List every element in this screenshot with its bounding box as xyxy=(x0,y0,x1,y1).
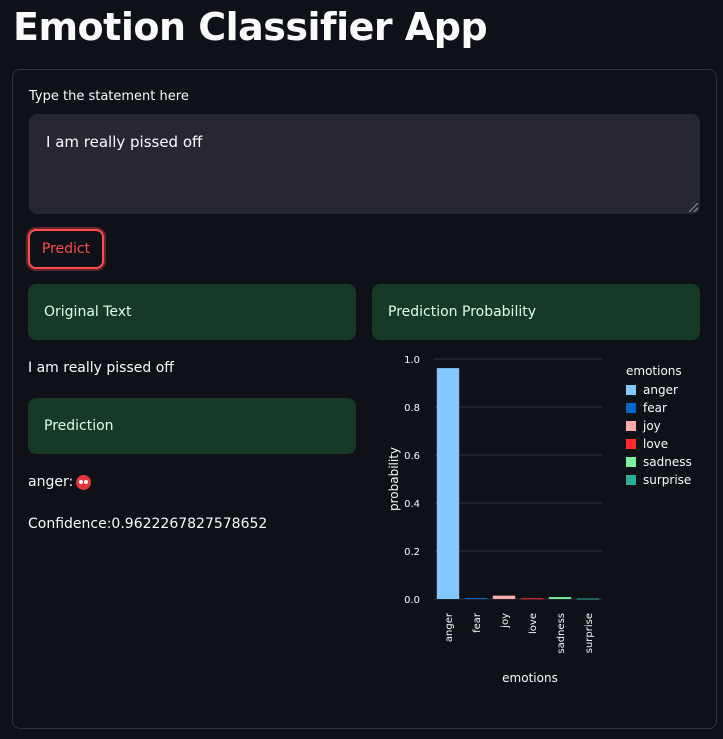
legend-swatch xyxy=(626,385,636,395)
legend-label: love xyxy=(643,437,669,451)
legend-item-love[interactable]: love xyxy=(626,435,692,453)
original-text-value: I am really pissed off xyxy=(28,360,174,376)
legend-item-fear[interactable]: fear xyxy=(626,399,692,417)
y-tick-label: 1.0 xyxy=(404,355,420,366)
legend-label: joy xyxy=(643,419,661,433)
prediction-probability-header: Prediction Probability xyxy=(372,284,700,340)
bar-love xyxy=(520,598,544,600)
bar-sadness xyxy=(548,597,572,599)
legend-label: anger xyxy=(643,383,678,397)
statement-textarea-value: I am really pissed off xyxy=(46,133,203,151)
legend-swatch xyxy=(626,421,636,431)
y-tick-label: 0.4 xyxy=(404,499,420,510)
predict-button[interactable]: Predict xyxy=(28,229,104,269)
y-tick-label: 0.2 xyxy=(404,547,420,558)
probability-chart: 0.0 0.2 0.4 0.6 0.8 1.0 anger fear joy love sadnes… xyxy=(368,350,708,690)
x-tick-label: sadness xyxy=(556,613,567,654)
angry-face-icon xyxy=(76,474,92,490)
prediction-header-label: Prediction xyxy=(44,418,114,434)
x-tick-label: fear xyxy=(472,612,483,633)
legend-title: emotions xyxy=(626,364,682,378)
chart-legend: emotions anger fear joy love sadness surprise xyxy=(626,364,692,489)
legend-swatch xyxy=(626,457,636,467)
prediction-header: Prediction xyxy=(28,398,356,454)
x-axis-title: emotions xyxy=(502,671,558,685)
y-tick-label: 0.0 xyxy=(404,595,420,606)
x-tick-label: anger xyxy=(444,612,455,642)
bar-anger xyxy=(436,368,460,599)
statement-input-label: Type the statement here xyxy=(29,89,189,104)
bar-fear xyxy=(464,598,488,600)
x-tick-label: surprise xyxy=(584,613,595,653)
original-text-header: Original Text xyxy=(28,284,356,340)
legend-item-joy[interactable]: joy xyxy=(626,417,692,435)
y-axis-title: probability xyxy=(387,447,401,511)
legend-item-surprise[interactable]: surprise xyxy=(626,471,692,489)
prediction-result: anger: xyxy=(28,474,92,490)
legend-swatch xyxy=(626,403,636,413)
x-tick-label: joy xyxy=(500,613,511,629)
prediction-form: Type the statement here I am really piss… xyxy=(12,69,717,729)
confidence-text: Confidence:0.9622267827578652 xyxy=(28,516,268,532)
bar-surprise xyxy=(576,598,600,600)
legend-item-sadness[interactable]: sadness xyxy=(626,453,692,471)
legend-label: surprise xyxy=(643,473,692,487)
bar-joy xyxy=(492,595,516,599)
legend-item-anger[interactable]: anger xyxy=(626,381,692,399)
prediction-label: anger: xyxy=(28,474,74,490)
y-tick-label: 0.8 xyxy=(404,403,420,414)
probability-chart-svg: 0.0 0.2 0.4 0.6 0.8 1.0 anger fear joy love sadnes… xyxy=(387,355,602,685)
legend-label: sadness xyxy=(643,455,692,469)
app-title: Emotion Classifier App xyxy=(13,5,488,49)
legend-label: fear xyxy=(643,401,667,415)
x-tick-label: love xyxy=(528,613,539,634)
resize-handle-icon[interactable] xyxy=(689,203,698,212)
legend-swatch xyxy=(626,439,636,449)
statement-textarea[interactable]: I am really pissed off xyxy=(29,114,700,214)
original-text-header-label: Original Text xyxy=(44,304,132,320)
y-tick-label: 0.6 xyxy=(404,451,420,462)
prediction-probability-header-label: Prediction Probability xyxy=(388,304,537,320)
legend-swatch xyxy=(626,475,636,485)
